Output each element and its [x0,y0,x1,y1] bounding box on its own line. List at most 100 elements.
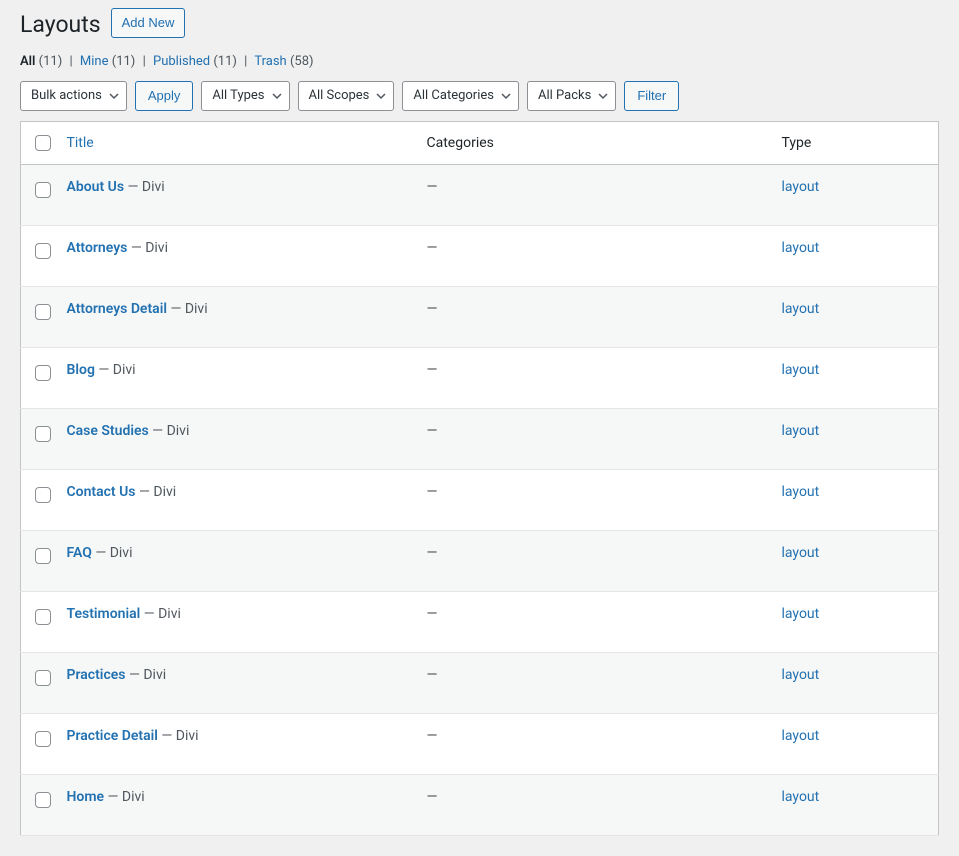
row-checkbox[interactable] [35,304,51,320]
all-categories-select[interactable]: All Categories [402,81,519,111]
row-title-link[interactable]: About Us [67,179,125,195]
row-title-suffix: — Divi [140,606,181,622]
view-filters: All (11) | Mine (11) | Published (11) | … [20,54,939,69]
row-title-suffix: — Divi [158,728,199,744]
row-checkbox[interactable] [35,243,51,259]
all-scopes-select[interactable]: All Scopes [298,81,395,111]
row-checkbox[interactable] [35,792,51,808]
table-row: Contact Us — Divi—layout [21,469,939,530]
table-row: Home — Divi—layout [21,774,939,835]
row-checkbox[interactable] [35,426,51,442]
table-head: Title Categories Type [21,121,939,164]
row-title-suffix: — Divi [92,545,133,561]
row-checkbox[interactable] [35,487,51,503]
row-type-link[interactable]: layout [782,667,820,683]
table-body: About Us — Divi—layoutAttorneys — Divi—l… [21,164,939,835]
row-type-link[interactable]: layout [782,728,820,744]
row-type-link[interactable]: layout [782,606,820,622]
row-type-cell: layout [772,469,939,530]
row-title-cell: Blog — Divi [57,347,417,408]
row-type-link[interactable]: layout [782,484,820,500]
filter-button[interactable]: Filter [624,81,679,111]
chevron-down-icon [500,90,512,102]
row-title-cell: Attorneys Detail — Divi [57,286,417,347]
row-type-link[interactable]: layout [782,362,820,378]
row-title-link[interactable]: Practices [67,667,126,683]
apply-button[interactable]: Apply [135,81,194,111]
row-title-link[interactable]: Practice Detail [67,728,158,744]
all-packs-label: All Packs [538,82,591,110]
row-type-cell: layout [772,347,939,408]
row-title-link[interactable]: FAQ [67,545,92,561]
row-checkbox[interactable] [35,365,51,381]
layouts-table: Title Categories Type About Us — Divi—la… [20,121,939,836]
row-categories-cell: — [417,347,772,408]
row-type-cell: layout [772,774,939,835]
row-checkbox[interactable] [35,731,51,747]
row-type-cell: layout [772,408,939,469]
chevron-down-icon [375,90,387,102]
row-checkbox-cell [21,286,57,347]
row-checkbox[interactable] [35,609,51,625]
row-title-cell: Practices — Divi [57,652,417,713]
row-title-suffix: — Divi [136,484,177,500]
filter-trash[interactable]: Trash (58) [254,54,313,69]
row-categories-cell: — [417,774,772,835]
row-title-cell: Testimonial — Divi [57,591,417,652]
row-title-link[interactable]: Attorneys Detail [67,301,167,317]
filter-trash-count: (58) [290,54,314,69]
bulk-actions-label: Bulk actions [31,82,102,110]
header-categories-label: Categories [427,135,494,151]
header-type: Type [772,121,939,164]
row-title-link[interactable]: Case Studies [67,423,149,439]
row-title-cell: Contact Us — Divi [57,469,417,530]
row-categories-cell: — [417,408,772,469]
row-type-cell: layout [772,225,939,286]
all-packs-select[interactable]: All Packs [527,81,616,111]
row-type-cell: layout [772,713,939,774]
row-type-cell: layout [772,286,939,347]
select-all-checkbox[interactable] [35,135,51,151]
table-nav: Bulk actions Apply All Types All Scopes … [20,81,939,111]
all-categories-label: All Categories [413,82,494,110]
row-checkbox-cell [21,225,57,286]
row-checkbox-cell [21,530,57,591]
chevron-down-icon [108,90,120,102]
row-categories-cell: — [417,713,772,774]
add-new-button[interactable]: Add New [111,8,186,38]
row-title-link[interactable]: Testimonial [67,606,141,622]
table-row: Attorneys Detail — Divi—layout [21,286,939,347]
row-title-cell: Practice Detail — Divi [57,713,417,774]
row-type-cell: layout [772,530,939,591]
header-title[interactable]: Title [57,121,417,164]
row-title-suffix: — Divi [149,423,190,439]
row-categories-cell: — [417,469,772,530]
row-type-link[interactable]: layout [782,423,820,439]
filter-all[interactable]: All (11) [20,54,66,69]
bulk-actions-select[interactable]: Bulk actions [20,81,127,111]
row-checkbox[interactable] [35,548,51,564]
row-checkbox[interactable] [35,670,51,686]
row-title-cell: Attorneys — Divi [57,225,417,286]
table-row: About Us — Divi—layout [21,164,939,225]
row-title-link[interactable]: Blog [67,362,95,378]
row-type-link[interactable]: layout [782,240,820,256]
separator: | [139,54,150,69]
row-title-cell: Case Studies — Divi [57,408,417,469]
row-type-link[interactable]: layout [782,545,820,561]
filter-mine[interactable]: Mine (11) [80,54,139,69]
row-type-link[interactable]: layout [782,179,820,195]
table-row: Case Studies — Divi—layout [21,408,939,469]
filter-published[interactable]: Published (11) [153,54,240,69]
row-categories-cell: — [417,652,772,713]
row-title-link[interactable]: Contact Us [67,484,136,500]
filter-mine-count: (11) [112,54,136,69]
all-types-label: All Types [212,82,264,110]
row-title-link[interactable]: Attorneys [67,240,128,256]
row-checkbox-cell [21,652,57,713]
row-checkbox[interactable] [35,182,51,198]
all-types-select[interactable]: All Types [201,81,289,111]
header-type-label: Type [782,135,812,151]
row-type-link[interactable]: layout [782,301,820,317]
row-title-cell: About Us — Divi [57,164,417,225]
